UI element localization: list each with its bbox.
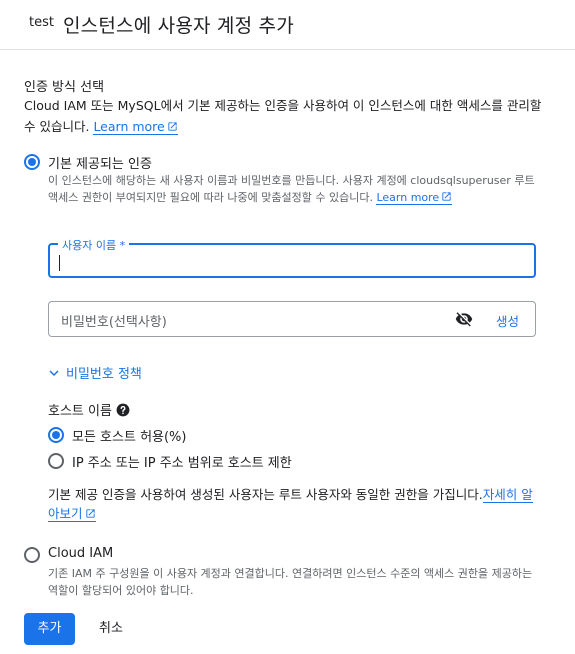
password-placeholder: 비밀번호(선택사항): [61, 315, 167, 330]
cancel-button[interactable]: 취소: [86, 613, 136, 645]
help-icon[interactable]: [116, 403, 130, 417]
page-title: 인스턴스에 사용자 계정 추가: [63, 15, 294, 37]
instance-name: test: [29, 15, 54, 30]
host-name-title: 호스트 이름: [48, 400, 130, 419]
external-link-icon: [442, 192, 451, 201]
cloud-iam-label: Cloud IAM: [48, 546, 114, 561]
password-policy-label: 비밀번호 정책: [66, 367, 142, 382]
host-any-label: 모든 호스트 허용(%): [72, 430, 187, 445]
builtin-learn-more-label: Learn more: [376, 191, 440, 204]
host-restrict-label: IP 주소 또는 IP 주소 범위로 호스트 제한: [72, 456, 292, 471]
external-link-icon: [85, 509, 95, 518]
auth-learn-more-label: Learn more: [93, 119, 165, 134]
host-restrict-radio[interactable]: [48, 453, 64, 469]
visibility-off-icon[interactable]: [455, 310, 473, 328]
auth-learn-more-link[interactable]: Learn more: [93, 119, 178, 135]
external-link-icon: [168, 122, 177, 131]
text-cursor: [59, 255, 60, 271]
host-any-radio[interactable]: [48, 427, 64, 443]
password-input[interactable]: 비밀번호(선택사항) 생성: [48, 301, 536, 337]
cloud-iam-description: 기존 IAM 주 구성원을 이 사용자 계정과 연결합니다. 연결하려면 인스턴…: [48, 567, 533, 597]
builtin-auth-description: 이 인스턴스에 해당하는 새 사용자 이름과 비밀번호를 만듭니다. 사용자 계…: [48, 172, 538, 206]
builtin-description-text: 이 인스턴스에 해당하는 새 사용자 이름과 비밀번호를 만듭니다. 사용자 계…: [48, 174, 535, 204]
auth-method-title: 인증 방식 선택: [24, 80, 105, 95]
chevron-down-icon: [49, 370, 59, 377]
host-name-label: 호스트 이름: [48, 404, 112, 419]
dialog-header: test 인스턴스에 사용자 계정 추가: [0, 0, 575, 50]
username-label: 사용자 이름 *: [58, 237, 130, 253]
builtin-auth-label: 기본 제공되는 인증: [48, 157, 152, 172]
builtin-auth-note: 기본 제공 인증을 사용하여 생성된 사용자는 루트 사용자와 동일한 권한을 …: [48, 485, 543, 523]
builtin-learn-more-link[interactable]: Learn more: [376, 191, 453, 205]
auth-method-description: Cloud IAM 또는 MySQL에서 기본 제공하는 인증을 사용하여 이 …: [24, 95, 554, 137]
builtin-auth-radio[interactable]: [24, 154, 40, 170]
username-input[interactable]: 사용자 이름 *: [48, 237, 536, 278]
generate-password-button[interactable]: 생성: [496, 311, 519, 330]
note-text: 기본 제공 인증을 사용하여 생성된 사용자는 루트 사용자와 동일한 권한을 …: [48, 487, 483, 502]
cloud-iam-radio[interactable]: [24, 547, 40, 563]
add-button[interactable]: 추가: [24, 613, 75, 645]
password-policy-toggle[interactable]: 비밀번호 정책: [48, 363, 142, 382]
